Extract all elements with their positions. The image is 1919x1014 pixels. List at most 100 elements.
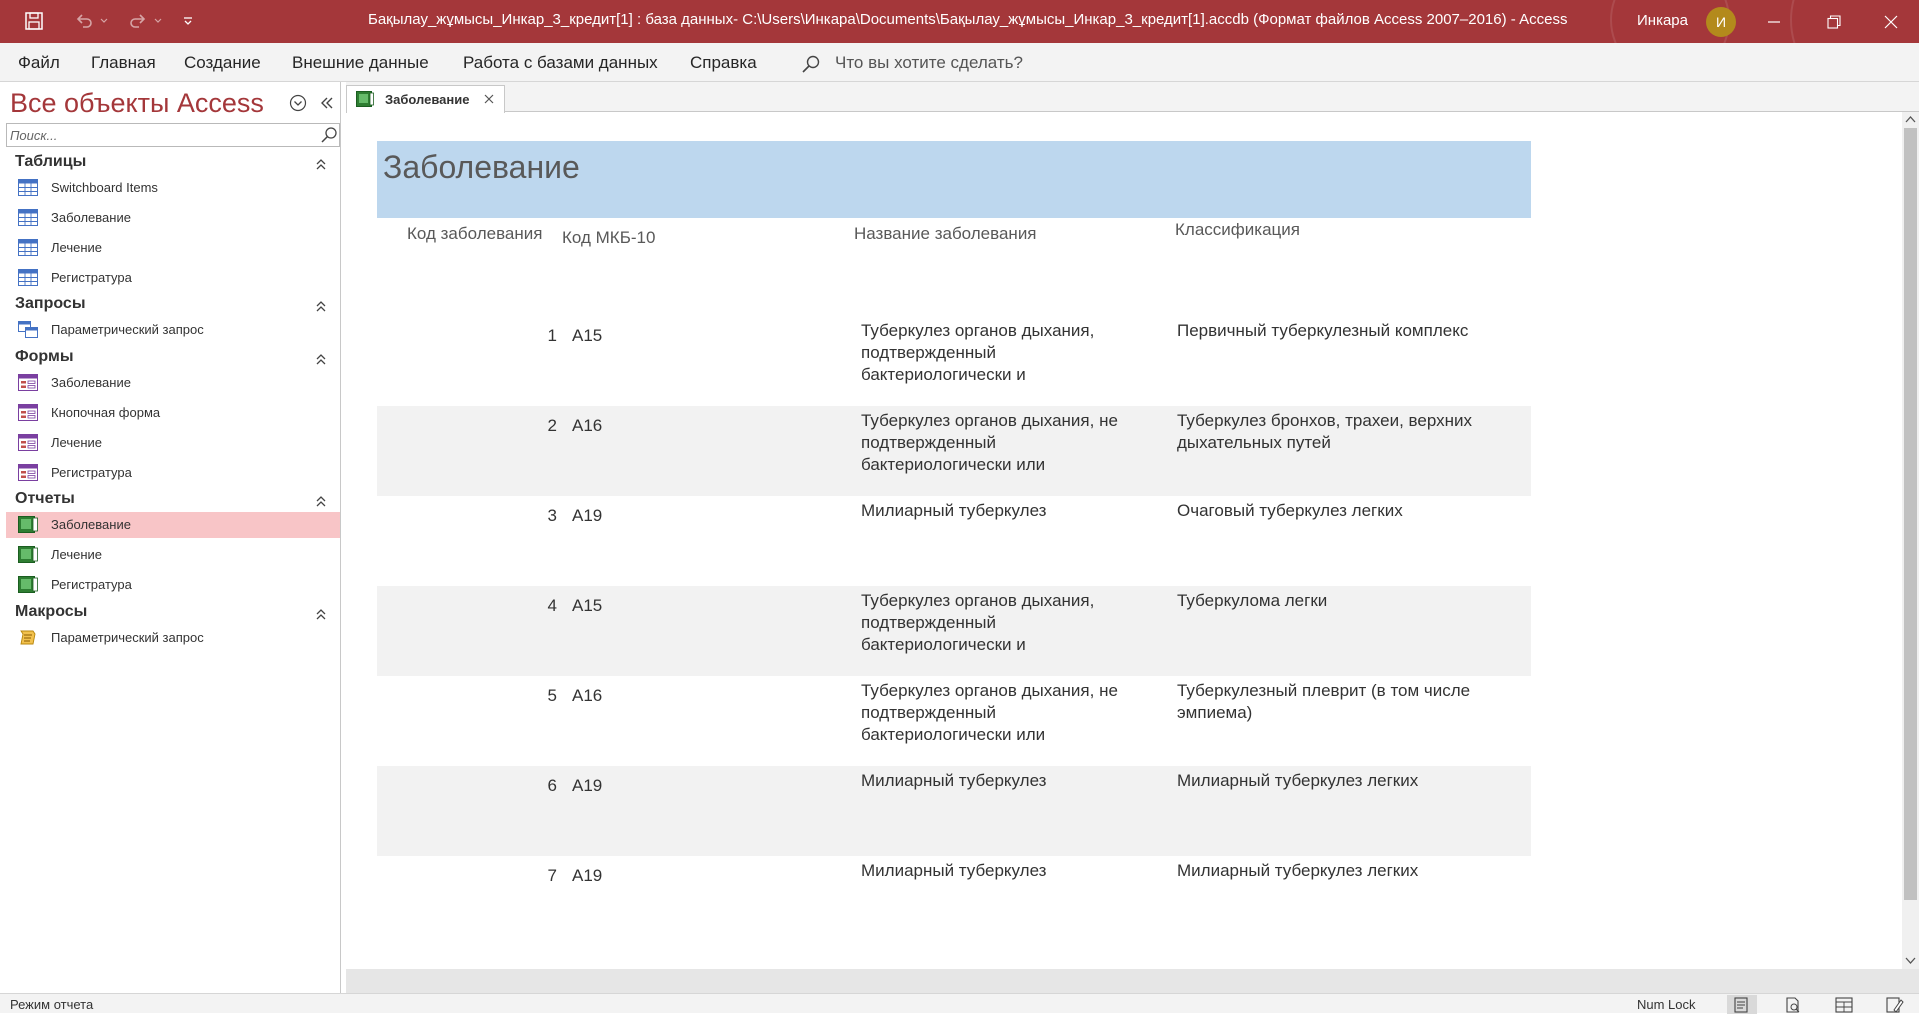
nav-item-table-lechenie[interactable]: Лечение <box>6 235 340 261</box>
group-collapse-icon[interactable] <box>313 493 329 509</box>
report-row: 6 A19 Милиарный туберкулез Милиарный туб… <box>377 766 1531 856</box>
scroll-down-icon[interactable] <box>1905 956 1916 965</box>
menu-create[interactable]: Создание <box>184 53 261 73</box>
form-icon <box>18 464 38 481</box>
group-header-tables[interactable]: Таблицы <box>15 153 86 171</box>
horizontal-bar <box>346 969 1919 993</box>
close-icon[interactable] <box>482 92 496 106</box>
layout-view-icon[interactable] <box>1829 995 1859 1014</box>
nav-item-table-registratura[interactable]: Регистратура <box>6 265 340 291</box>
close-icon[interactable] <box>1863 0 1919 43</box>
macro-icon <box>20 630 36 645</box>
document-tab-strip: Заболевание <box>346 82 1919 113</box>
form-icon <box>18 374 38 391</box>
nav-item-table-switchboard-items[interactable]: Switchboard Items <box>6 175 340 201</box>
cell-mkb-code: A19 <box>572 866 603 885</box>
vertical-scrollbar[interactable] <box>1902 112 1919 969</box>
nav-search-input[interactable] <box>7 124 317 146</box>
navigation-pane: Все объекты Access Таблицы Switchboard I… <box>0 82 341 993</box>
scroll-up-icon[interactable] <box>1905 115 1916 124</box>
redo-dropdown-icon[interactable] <box>152 9 164 33</box>
nav-item-report-lechenie[interactable]: Лечение <box>6 542 340 568</box>
quick-access-toolbar <box>20 9 202 33</box>
cell-classification: Очаговый туберкулез легких <box>1177 501 1403 520</box>
nav-item-report-zabolevanie[interactable]: Заболевание <box>6 512 340 538</box>
form-icon <box>18 434 38 451</box>
nav-item-form-lechenie[interactable]: Лечение <box>6 430 340 456</box>
cell-disease-name: Милиарный туберкулез <box>861 501 1047 520</box>
cell-disease-code: 4 <box>547 596 557 615</box>
nav-item-report-registratura[interactable]: Регистратура <box>6 572 340 598</box>
report-row: 1 A15 Туберкулез органов дыхания, подтве… <box>377 316 1531 406</box>
collapse-pane-icon[interactable] <box>318 94 336 112</box>
column-header-disease-code: Код заболевания <box>407 224 543 243</box>
report-row: 4 A15 Туберкулез органов дыхания, подтве… <box>377 586 1531 676</box>
cell-disease-name: Туберкулез органов дыхания, не подтвержд… <box>861 681 1118 744</box>
nav-item-label: Кнопочная форма <box>51 405 161 420</box>
undo-dropdown-icon[interactable] <box>98 9 110 33</box>
tab-label: Заболевание <box>385 92 470 107</box>
save-icon[interactable] <box>20 9 48 33</box>
design-view-icon[interactable] <box>1880 995 1910 1014</box>
group-collapse-icon[interactable] <box>313 606 329 622</box>
nav-item-form-registratura[interactable]: Регистратура <box>6 460 340 486</box>
numlock-indicator: Num Lock <box>1637 997 1696 1012</box>
tab-zabolevanie[interactable]: Заболевание <box>346 85 505 113</box>
group-collapse-icon[interactable] <box>313 298 329 314</box>
cell-disease-name: Туберкулез органов дыхания, подтвержденн… <box>861 591 1095 654</box>
restore-icon[interactable] <box>1806 0 1862 43</box>
report-header: Заболевание <box>377 141 1531 218</box>
avatar[interactable]: И <box>1706 7 1736 37</box>
nav-item-form-zabolevanie[interactable]: Заболевание <box>6 370 340 396</box>
redo-icon[interactable] <box>124 9 152 33</box>
print-preview-icon[interactable] <box>1778 995 1808 1014</box>
search-icon[interactable] <box>320 126 338 144</box>
group-header-forms[interactable]: Формы <box>15 348 74 366</box>
cell-classification: Первичный туберкулезный комплекс <box>1177 321 1469 340</box>
group-collapse-icon[interactable] <box>313 351 329 367</box>
group-header-reports[interactable]: Отчеты <box>15 490 75 508</box>
tell-me-input[interactable]: Что вы хотите сделать? <box>835 53 1023 73</box>
cell-classification: Туберкулезный плеврит (в том числе эмпие… <box>1177 681 1471 722</box>
document-area: Заболевание Заболевание Код заболевания … <box>346 82 1919 993</box>
minimize-icon[interactable] <box>1746 0 1802 43</box>
report-row: 7 A19 Милиарный туберкулез Милиарный туб… <box>377 856 1531 946</box>
menu-home[interactable]: Главная <box>91 53 156 73</box>
menu-database-tools[interactable]: Работа с базами данных <box>463 53 658 73</box>
cell-mkb-code: A19 <box>572 506 603 525</box>
nav-item-label: Регистратура <box>51 577 132 592</box>
nav-item-macro-parametric[interactable]: Параметрический запрос <box>6 625 340 651</box>
menu-file[interactable]: Файл <box>18 53 60 73</box>
nav-item-table-zabolevanie[interactable]: Заболевание <box>6 205 340 231</box>
status-mode: Режим отчета <box>10 997 94 1012</box>
cell-disease-name: Туберкулез органов дыхания, подтвержденн… <box>861 321 1095 384</box>
nav-pane-title[interactable]: Все объекты Access <box>10 88 264 119</box>
report-view-icon[interactable] <box>1727 995 1757 1014</box>
nav-item-form-knopochnaya[interactable]: Кнопочная форма <box>6 400 340 426</box>
report-icon <box>356 91 374 107</box>
table-icon <box>18 179 38 196</box>
column-header-disease-name: Название заболевания <box>854 224 1037 243</box>
cell-disease-code: 1 <box>547 326 557 345</box>
customize-qat-icon[interactable] <box>174 9 202 33</box>
report-icon <box>18 516 38 533</box>
cell-disease-name: Туберкулез органов дыхания, не подтвержд… <box>861 411 1118 474</box>
user-name[interactable]: Инкара <box>1637 12 1688 29</box>
nav-item-label: Регистратура <box>51 270 132 285</box>
nav-menu-dropdown-icon[interactable] <box>289 94 307 112</box>
undo-icon[interactable] <box>70 9 98 33</box>
group-header-macros[interactable]: Макросы <box>15 603 87 621</box>
nav-item-label: Регистратура <box>51 465 132 480</box>
cell-mkb-code: A19 <box>572 776 603 795</box>
search-icon[interactable] <box>801 54 821 74</box>
nav-item-label: Заболевание <box>51 210 131 225</box>
group-collapse-icon[interactable] <box>313 156 329 172</box>
nav-item-label: Лечение <box>51 240 103 255</box>
group-header-queries[interactable]: Запросы <box>15 295 85 313</box>
menu-external-data[interactable]: Внешние данные <box>292 53 429 73</box>
table-icon <box>18 239 38 256</box>
scrollbar-thumb[interactable] <box>1904 128 1917 900</box>
cell-mkb-code: A16 <box>572 416 603 435</box>
nav-item-query-parametric[interactable]: Параметрический запрос <box>6 317 340 343</box>
menu-help[interactable]: Справка <box>690 53 757 73</box>
